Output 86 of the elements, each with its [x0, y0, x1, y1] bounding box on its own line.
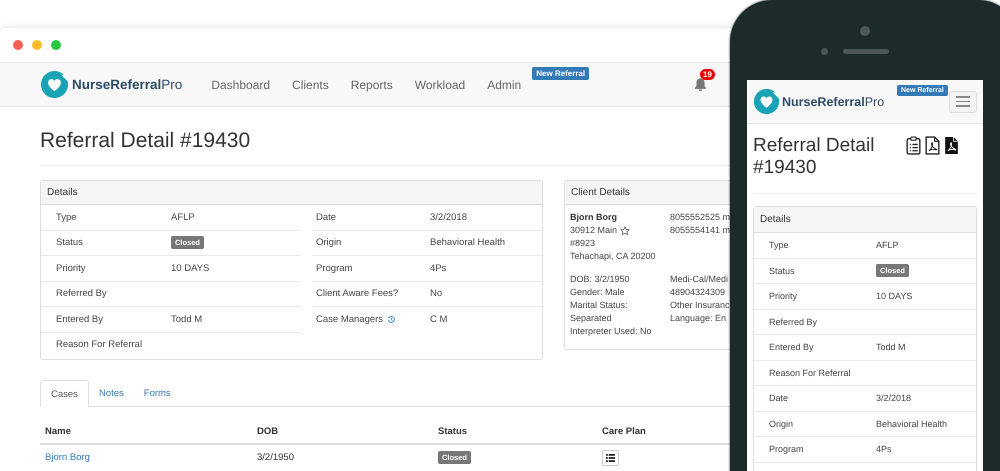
pdf-file-icon[interactable]	[944, 136, 959, 155]
field-label: Origin	[316, 237, 342, 248]
field-label: Date	[316, 212, 336, 223]
client-name-link[interactable]: Bjorn Borg	[45, 452, 90, 463]
client-text: Language: En	[670, 312, 726, 325]
list-icon	[606, 454, 615, 462]
page-title: Referral Detail #19430	[40, 107, 730, 166]
field-value: 4Ps	[876, 444, 892, 454]
brand-name[interactable]: NurseReferralPro	[72, 77, 182, 92]
field-value: 4Ps	[430, 262, 446, 274]
field-value: AFLP	[876, 240, 899, 250]
new-referral-button[interactable]: New Referral	[532, 67, 590, 80]
column-header: DOB	[257, 426, 280, 436]
client-text: Marital Status: Separated	[570, 299, 629, 325]
sensor-icon	[821, 48, 828, 54]
field-value: Behavioral Health	[876, 418, 948, 429]
heart-logo-icon	[40, 70, 69, 99]
nav-link[interactable]: Workload	[414, 78, 466, 92]
client-text: Other Insuranc	[670, 299, 730, 312]
field-label: Referred By	[768, 316, 818, 327]
client-text: Gender: Male	[570, 286, 625, 299]
nav-link[interactable]: Clients	[292, 78, 329, 92]
notification-count: 19	[700, 69, 715, 80]
field-value: 10 DAYS	[171, 262, 210, 274]
field-label: Date	[768, 393, 790, 404]
field-label: Origin	[768, 418, 794, 429]
client-text: Interpreter Used: No	[570, 325, 652, 338]
field-label: Entered By	[768, 342, 815, 352]
brand-name[interactable]: NurseReferralPro	[782, 94, 884, 108]
field-label: Status	[55, 237, 84, 248]
nav-link[interactable]: Dashboard	[211, 78, 270, 92]
history-icon[interactable]	[387, 314, 396, 324]
column-header: Status	[438, 426, 468, 436]
field-value: No	[430, 288, 442, 300]
speaker-icon	[843, 48, 889, 54]
field-label: Reason For Referral	[55, 339, 144, 350]
panel-title: Details	[41, 181, 542, 205]
client-text: #8923	[570, 237, 596, 250]
field-value: Todd M	[171, 314, 202, 325]
panel-title: Details	[754, 207, 976, 233]
field-label: Priority	[55, 262, 87, 274]
field-value: 10 DAYS	[876, 291, 912, 302]
maximize-icon[interactable]	[51, 40, 61, 50]
field-value: C M	[430, 314, 448, 325]
client-text: 30912 Main	[570, 224, 618, 237]
tab[interactable]: Forms	[134, 380, 181, 407]
field-label: Status	[768, 266, 796, 276]
column-header: Name	[45, 426, 72, 436]
tab[interactable]: Cases	[40, 380, 89, 407]
field-label: Referred By	[55, 288, 108, 300]
heart-logo-icon	[753, 88, 780, 115]
care-plan-button[interactable]	[602, 450, 619, 466]
field-label: Entered By	[55, 314, 104, 325]
field-label: Program	[768, 444, 805, 454]
page-title: Referral Detail #19430	[753, 135, 876, 179]
field-value: Todd M	[876, 342, 906, 352]
field-label: Reason For Referral	[768, 368, 852, 378]
field-label: Priority	[768, 291, 798, 302]
client-text: Tehachapi, CA 20200	[570, 250, 656, 263]
nav-link[interactable]: Reports	[350, 78, 393, 92]
pdf-file-icon[interactable]	[925, 136, 940, 155]
field-label: Program	[316, 262, 352, 274]
star-icon[interactable]	[620, 226, 630, 236]
field-label: Client Aware Fees?	[316, 288, 398, 300]
field-value: AFLP	[171, 212, 195, 223]
camera-icon	[860, 26, 870, 36]
field-label: Type	[55, 212, 78, 223]
field-value: Behavioral Health	[430, 237, 505, 248]
column-header: Care Plan	[602, 426, 646, 436]
field-label: Type	[768, 240, 790, 250]
menu-button[interactable]	[949, 90, 977, 112]
phone-number: 8055552525 m	[670, 211, 730, 224]
bell-icon[interactable]	[693, 77, 708, 92]
table-cell: 3/2/1950	[257, 452, 294, 463]
field-value: 3/2/2018	[876, 393, 912, 404]
field-value: 3/2/2018	[430, 212, 467, 223]
clipboard-list-icon[interactable]	[906, 136, 921, 155]
client-text: Medi-Cal/Medi	[670, 273, 728, 286]
client-text: 48904324309	[670, 286, 726, 299]
field-label: Case Managers	[316, 314, 384, 325]
tab[interactable]: Notes	[88, 380, 134, 407]
client-text: Bjorn Borg	[570, 211, 617, 224]
client-text: DOB: 3/2/1950	[570, 273, 630, 286]
phone-number: 8055554141 m	[670, 224, 730, 237]
close-icon[interactable]	[13, 40, 23, 50]
nav-link[interactable]: Admin	[487, 78, 522, 92]
